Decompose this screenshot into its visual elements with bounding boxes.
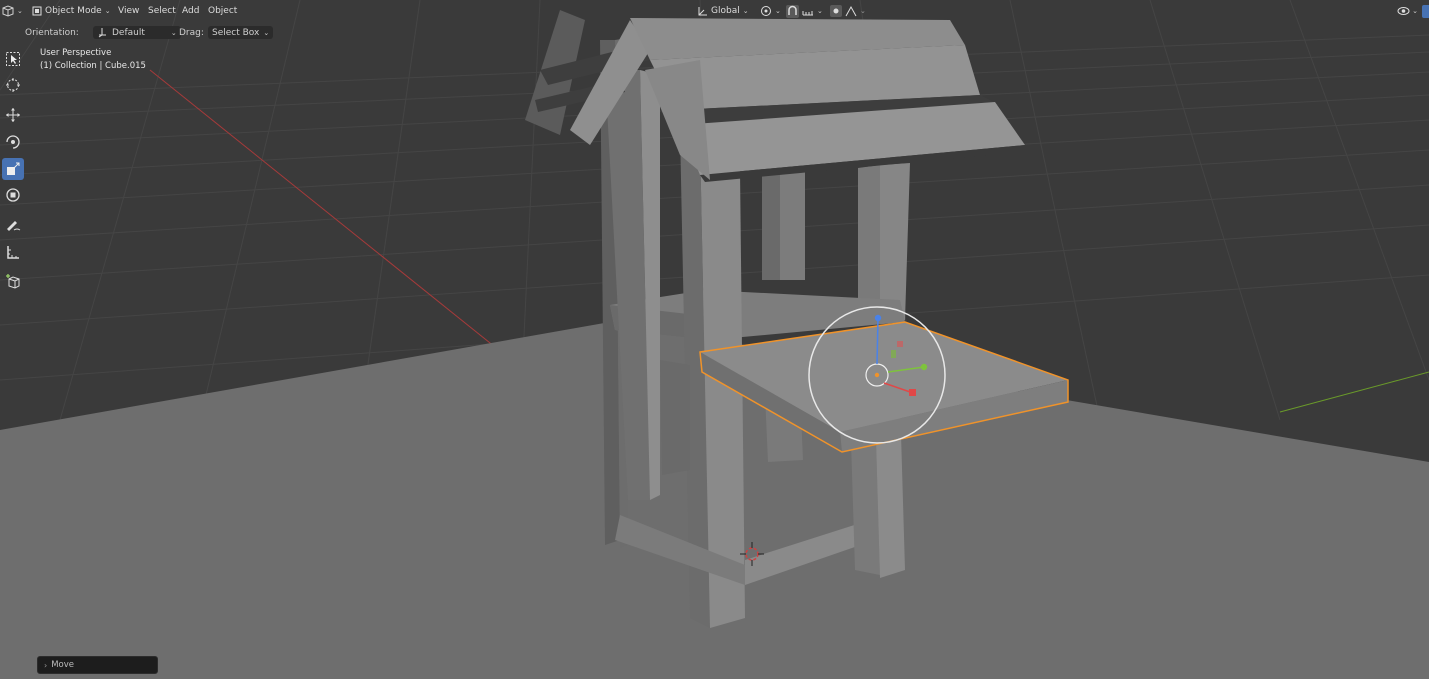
chevron-down-icon: ⌄: [860, 7, 866, 15]
chevron-down-icon: ⌄: [742, 7, 749, 15]
tool-rotate[interactable]: [2, 131, 24, 153]
tool-add-cube[interactable]: [2, 270, 24, 292]
y-axis-handle[interactable]: [920, 363, 928, 371]
pivot-point-select[interactable]: ⌄: [760, 4, 781, 18]
object-info: (1) Collection | Cube.015: [40, 61, 146, 71]
chevron-down-icon: ⌄: [775, 7, 781, 15]
snap-toggle[interactable]: [786, 4, 799, 18]
header-right-icons: ⌄: [1397, 3, 1429, 19]
viewport-header: ⌄ Object Mode ⌄ View Select Add Object G…: [0, 0, 1429, 22]
pivot-point-icon: [761, 6, 771, 16]
menu-object[interactable]: Object: [208, 4, 237, 18]
tool-measure[interactable]: [2, 241, 24, 263]
chevron-down-icon: ⌄: [817, 7, 823, 15]
tool-move[interactable]: [2, 104, 24, 126]
cursor-icon: [6, 78, 20, 92]
mode-select[interactable]: Object Mode ⌄: [28, 4, 115, 18]
chevron-down-icon: ⌄: [17, 7, 23, 15]
overlay-toggle[interactable]: [1422, 4, 1429, 18]
x-axis-handle[interactable]: [909, 389, 916, 396]
object-mode-icon: [32, 6, 42, 16]
viewport-gizmo-toggle[interactable]: ⌄: [1397, 5, 1418, 17]
orientation-select[interactable]: Default ⌄: [93, 26, 181, 39]
last-operator-panel[interactable]: › Move: [37, 656, 158, 674]
z-axis-handle[interactable]: [874, 314, 882, 322]
tool-select-box[interactable]: [2, 48, 24, 70]
orientation-label: Orientation:: [25, 27, 79, 38]
menu-view[interactable]: View: [118, 4, 139, 18]
transform-orientation-icon: [698, 6, 707, 15]
transform-icon: [6, 188, 20, 202]
view-name: User Perspective: [40, 48, 112, 58]
rotate-icon: [6, 135, 20, 149]
snap-icon: [786, 4, 799, 18]
add-cube-icon: [6, 274, 20, 289]
tool-cursor[interactable]: [2, 74, 24, 96]
chevron-down-icon: ⌄: [263, 28, 270, 37]
transform-orientation-label: Global: [711, 6, 740, 16]
drag-value: Select Box: [212, 27, 260, 38]
viewport-gizmo-icon: [1397, 7, 1410, 15]
falloff-select[interactable]: ⌄: [845, 4, 866, 18]
mode-label: Object Mode: [45, 6, 102, 16]
3d-viewport[interactable]: [0, 0, 1429, 679]
last-operator-label: Move: [51, 660, 74, 670]
viewport-info-overlay: User Perspective (1) Collection | Cube.0…: [40, 47, 146, 73]
snap-target-select[interactable]: ⌄: [802, 4, 823, 18]
move-icon: [6, 108, 20, 122]
transform-orientation-select[interactable]: Global ⌄: [697, 4, 749, 18]
measure-icon: [7, 246, 19, 259]
menu-select[interactable]: Select: [148, 4, 176, 18]
snap-increment-icon: [802, 11, 813, 16]
3d-viewport-icon: [2, 5, 14, 17]
tool-transform[interactable]: [2, 184, 24, 206]
orientation-default-icon: [98, 28, 106, 38]
tool-settings-bar: Orientation: Default ⌄ Drag: Select Box …: [0, 22, 1429, 42]
chevron-right-icon: ›: [44, 660, 48, 670]
tool-annotate[interactable]: [2, 214, 24, 236]
proportional-editing-toggle[interactable]: [830, 4, 842, 18]
annotate-icon: [7, 221, 21, 231]
falloff-icon: [845, 5, 857, 17]
tool-scale[interactable]: [2, 158, 24, 180]
chevron-down-icon: ⌄: [1412, 7, 1418, 15]
drag-select[interactable]: Select Box ⌄: [208, 26, 274, 39]
select-box-icon: [6, 52, 20, 66]
menu-add[interactable]: Add: [182, 4, 199, 18]
scale-icon: [7, 162, 20, 175]
chevron-down-icon: ⌄: [170, 28, 177, 37]
orientation-value: Default: [112, 27, 145, 38]
proportional-editing-icon: [830, 5, 842, 17]
editor-type-button[interactable]: ⌄: [2, 4, 23, 18]
chevron-down-icon: ⌄: [104, 7, 111, 15]
drag-label: Drag:: [179, 27, 204, 38]
